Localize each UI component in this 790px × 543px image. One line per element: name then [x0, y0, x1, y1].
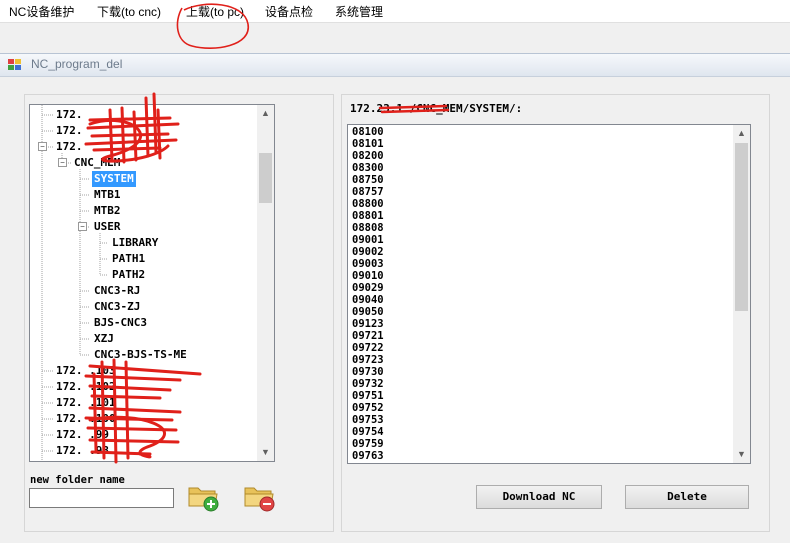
scroll-up-icon[interactable]: ▲: [257, 105, 274, 122]
program-list-item[interactable]: 09730: [352, 366, 384, 378]
tree-node-user[interactable]: USER: [94, 219, 121, 235]
current-path-label: 172.23.1 /CNC_MEM/SYSTEM/:: [350, 102, 523, 115]
program-list-item[interactable]: 09722: [352, 342, 384, 354]
menu-bar: NC设备维护 下载(to cnc) 上载(to pc) 设备点检 系统管理: [0, 0, 790, 23]
program-list[interactable]: 08100 08101 08200 08300 08750 08757 08800 08801…: [347, 124, 751, 464]
program-list-items: 08100 08101 08200 08300 08750 08757 08800 08801…: [352, 126, 384, 462]
program-list-item[interactable]: 09002: [352, 246, 384, 258]
new-folder-label: new folder name: [30, 474, 125, 486]
program-list-item[interactable]: 08801: [352, 210, 384, 222]
program-list-item[interactable]: 08750: [352, 174, 384, 186]
tree-node-folder[interactable]: MTB2: [94, 203, 121, 219]
folder-remove-icon: [244, 487, 275, 512]
device-tree[interactable]: − − − 172. 172. 172. CNC_MEM SYSTEM MTB1…: [29, 104, 275, 462]
menu-upload-to-pc[interactable]: 上载(to pc): [186, 3, 244, 21]
program-list-item[interactable]: 09050: [352, 306, 384, 318]
menu-nc-maintenance[interactable]: NC设备维护: [9, 3, 74, 21]
app-icon: [8, 59, 21, 70]
program-list-item[interactable]: 08200: [352, 150, 384, 162]
program-list-item[interactable]: 09001: [352, 234, 384, 246]
program-list-item[interactable]: 09010: [352, 270, 384, 282]
tree-node-system-selected[interactable]: SYSTEM: [92, 171, 136, 187]
program-list-item[interactable]: 09754: [352, 426, 384, 438]
program-list-item[interactable]: 09759: [352, 438, 384, 450]
download-nc-button[interactable]: Download NC: [476, 485, 602, 509]
menu-download-to-cnc[interactable]: 下载(to cnc): [97, 3, 161, 21]
tree-node-folder[interactable]: MTB1: [94, 187, 121, 203]
tree-node-device[interactable]: 172. .102: [56, 379, 116, 395]
program-list-item[interactable]: 09751: [352, 390, 384, 402]
program-list-item[interactable]: 08101: [352, 138, 384, 150]
tree-collapse-icon[interactable]: −: [78, 222, 87, 231]
window-titlebar: NC_program_del: [0, 53, 790, 77]
menu-device-inspection[interactable]: 设备点检: [265, 3, 313, 21]
program-list-item[interactable]: 09732: [352, 378, 384, 390]
program-list-item[interactable]: 08757: [352, 186, 384, 198]
program-list-item[interactable]: 09029: [352, 282, 384, 294]
program-list-item[interactable]: 09723: [352, 354, 384, 366]
tree-node-device[interactable]: 172. .100: [56, 411, 116, 427]
tree-node-device[interactable]: 172. .103: [56, 363, 116, 379]
tree-node-device[interactable]: 172. .99: [56, 427, 109, 443]
tree-node-device[interactable]: 172. .101: [56, 395, 116, 411]
program-list-item[interactable]: 09040: [352, 294, 384, 306]
tree-collapse-icon[interactable]: −: [38, 142, 47, 151]
program-list-item[interactable]: 09763: [352, 450, 384, 462]
tree-content: − − − 172. 172. 172. CNC_MEM SYSTEM MTB1…: [30, 105, 257, 461]
scroll-down-icon[interactable]: ▼: [257, 444, 274, 461]
program-list-item[interactable]: 09003: [352, 258, 384, 270]
program-list-item[interactable]: 08808: [352, 222, 384, 234]
scroll-thumb[interactable]: [735, 143, 748, 311]
tree-node-device[interactable]: 172.: [56, 123, 83, 139]
tree-node-folder[interactable]: PATH1: [112, 251, 145, 267]
tree-node-folder[interactable]: CNC3-RJ: [94, 283, 140, 299]
tree-collapse-icon[interactable]: −: [58, 158, 67, 167]
menu-system-management[interactable]: 系统管理: [335, 3, 383, 21]
program-list-item[interactable]: 08800: [352, 198, 384, 210]
scroll-thumb[interactable]: [259, 153, 272, 203]
add-folder-button[interactable]: [187, 482, 221, 512]
remove-folder-button[interactable]: [243, 482, 277, 512]
tree-node-folder[interactable]: CNC3-ZJ: [94, 299, 140, 315]
program-list-item[interactable]: 09753: [352, 414, 384, 426]
tree-node-folder[interactable]: PATH2: [112, 267, 145, 283]
tree-node-device[interactable]: 172.: [56, 107, 83, 123]
program-list-item[interactable]: 09752: [352, 402, 384, 414]
program-list-item[interactable]: 08300: [352, 162, 384, 174]
scroll-up-icon[interactable]: ▲: [733, 125, 750, 142]
program-list-item[interactable]: 09721: [352, 330, 384, 342]
window-title: NC_program_del: [31, 57, 123, 71]
tree-node-folder[interactable]: LIBRARY: [112, 235, 158, 251]
folder-add-icon: [188, 487, 219, 512]
program-list-scrollbar[interactable]: ▲ ▼: [733, 125, 750, 463]
tree-node-folder[interactable]: XZJ: [94, 331, 114, 347]
tree-node-cnc-mem[interactable]: CNC_MEM: [74, 155, 120, 171]
new-folder-input[interactable]: [29, 488, 174, 508]
program-list-item[interactable]: 09123: [352, 318, 384, 330]
scroll-down-icon[interactable]: ▼: [733, 446, 750, 463]
tree-scrollbar[interactable]: ▲ ▼: [257, 105, 274, 461]
tree-node-folder[interactable]: BJS-CNC3: [94, 315, 147, 331]
tree-node-device[interactable]: 172.: [56, 139, 83, 155]
tree-node-folder[interactable]: CNC3-BJS-TS-ME: [94, 347, 187, 363]
tree-node-device[interactable]: 172. .98: [56, 443, 109, 459]
program-list-item[interactable]: 08100: [352, 126, 384, 138]
delete-button[interactable]: Delete: [625, 485, 749, 509]
